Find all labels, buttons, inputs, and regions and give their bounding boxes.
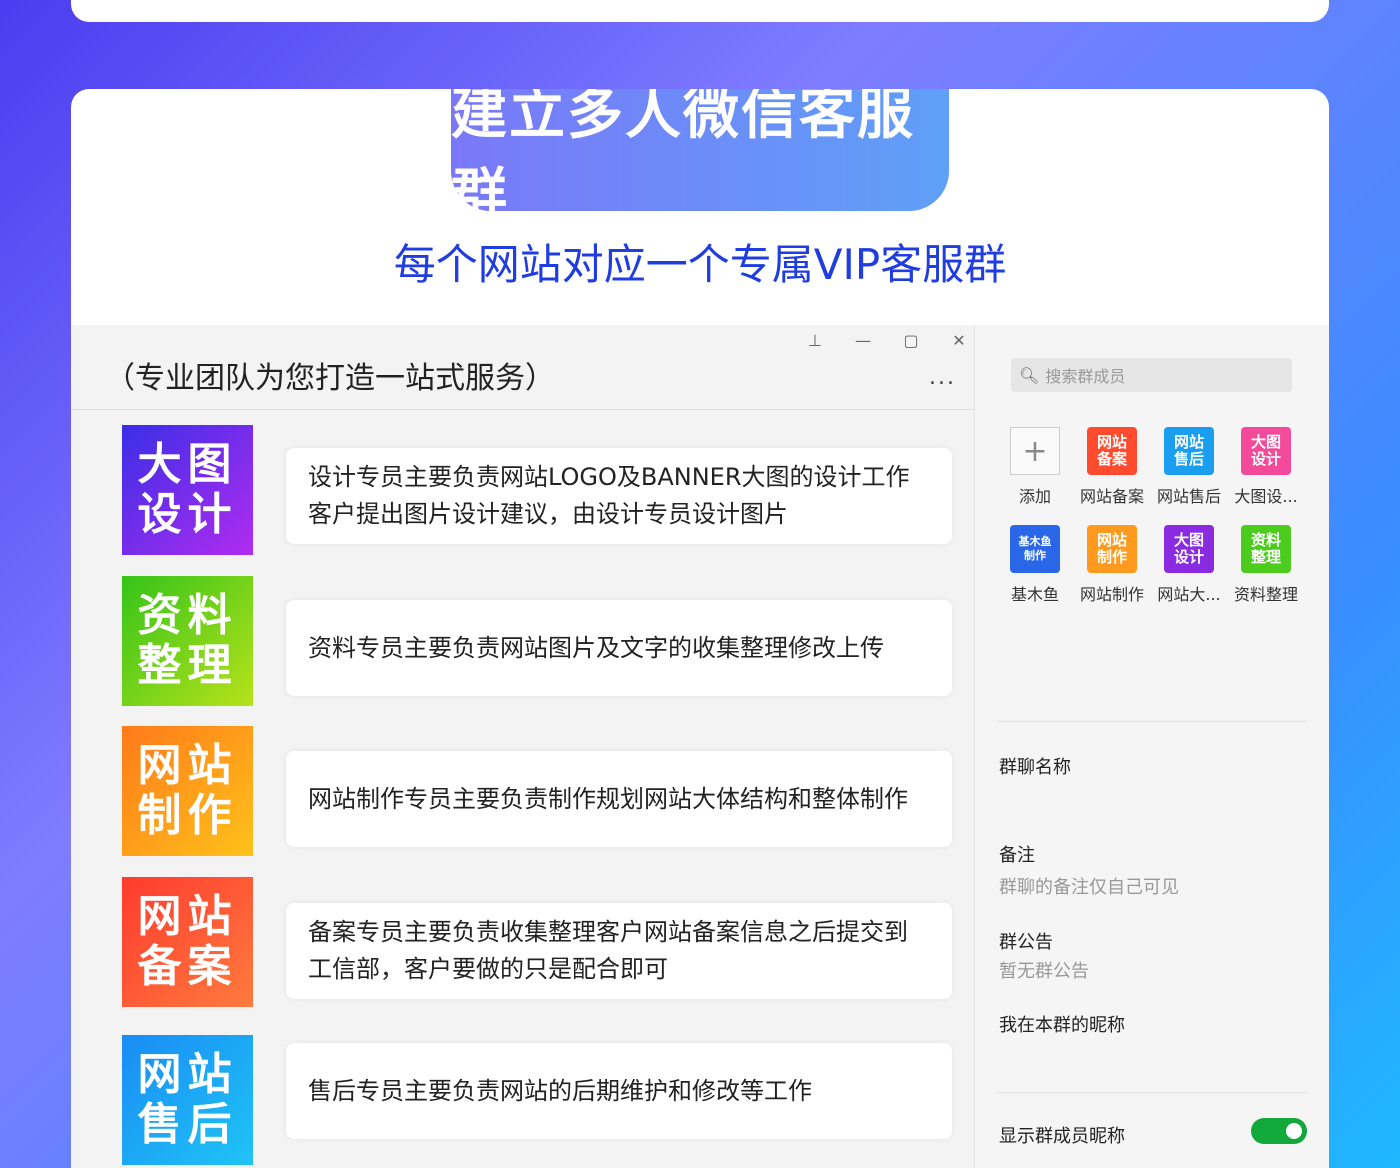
message-bubble[interactable]: 备案专员主要负责收集整理客户网站备案信息之后提交到 工信部，客户要做的只是配合即可 xyxy=(286,903,952,999)
title-banner: 建立多人微信客服群 xyxy=(451,89,949,228)
chat-title: （专业团队为您打造一站式服务） xyxy=(105,361,555,396)
top-card xyxy=(71,0,1329,22)
search-icon: 🔍︎ xyxy=(1019,365,1040,385)
add-member-button[interactable]: + 添加 xyxy=(996,427,1074,507)
member-item[interactable]: 网站 售后 网站售后 xyxy=(1150,427,1228,507)
message-text: 资料专员主要负责网站图片及文字的收集整理修改上传 xyxy=(308,630,884,667)
remark-value[interactable]: 群聊的备注仅自己可见 xyxy=(999,873,1179,899)
message-line: 备案专员主要负责收集整理客户网站备案信息之后提交到 xyxy=(308,918,908,946)
pin-icon[interactable]: ⊥ xyxy=(791,329,839,351)
role-badge-line: 网站 xyxy=(137,891,238,942)
avatar-text: 设计 xyxy=(1250,450,1281,468)
avatar-text: 网站 xyxy=(1096,531,1127,549)
avatar: 网站 备案 xyxy=(1087,427,1137,475)
member-name: 资料整理 xyxy=(1233,585,1298,604)
avatar-text: 大图 xyxy=(1250,433,1281,451)
member-item[interactable]: 资料 整理 资料整理 xyxy=(1227,525,1305,605)
role-badge-line: 网站 xyxy=(137,1049,238,1100)
search-placeholder: 搜索群成员 xyxy=(1045,367,1126,386)
message-bubble[interactable]: 网站制作专员主要负责制作规划网站大体结构和整体制作 xyxy=(286,751,952,847)
role-badge: 网站 备案 xyxy=(122,877,253,1007)
window-controls: ⊥ — ▢ ✕ xyxy=(791,329,983,351)
show-nickname-label: 显示群成员昵称 xyxy=(999,1126,1125,1147)
message-line: 资料专员主要负责网站图片及文字的收集整理修改上传 xyxy=(308,633,884,662)
notice-label: 群公告 xyxy=(999,932,1053,953)
main-card: 建立多人微信客服群 每个网站对应一个专属VIP客服群 （专业团队为您打造一站式服… xyxy=(71,89,1329,1168)
message-text: 设计专员主要负责网站LOGO及BANNER大图的设计工作 客户提出图片设计建议，由… xyxy=(308,459,910,533)
minimize-icon[interactable]: — xyxy=(839,329,887,351)
role-badge-line: 制作 xyxy=(137,790,238,841)
member-name: 网站制作 xyxy=(1079,585,1144,604)
remark-label: 备注 xyxy=(999,845,1035,866)
member-item[interactable]: 网站 备案 网站备案 xyxy=(1073,427,1151,507)
message-text: 备案专员主要负责收集整理客户网站备案信息之后提交到 工信部，客户要做的只是配合即可 xyxy=(308,914,908,988)
show-nickname-toggle[interactable] xyxy=(1251,1118,1307,1144)
member-name: 网站大... xyxy=(1157,585,1221,604)
avatar-text: 基木鱼 xyxy=(1018,535,1052,548)
role-badge-line: 资料 xyxy=(137,590,238,641)
nickname-label[interactable]: 我在本群的昵称 xyxy=(999,1011,1125,1037)
avatar-text: 制作 xyxy=(1024,549,1046,562)
plus-icon: + xyxy=(1010,427,1060,475)
role-badge: 资料 整理 xyxy=(122,576,253,706)
member-item[interactable]: 大图 设计大图设... xyxy=(1227,427,1305,507)
wechat-group-window: （专业团队为您打造一站式服务） ⊥ — ▢ ✕ ... 大图 设计 设计专员主要负责… xyxy=(71,325,1329,1168)
member-name: 大图设... xyxy=(1234,487,1298,506)
avatar-text: 网站 xyxy=(1096,433,1127,451)
message-bubble[interactable]: 售后专员主要负责网站的后期维护和修改等工作 xyxy=(286,1043,952,1139)
more-options-icon[interactable]: ... xyxy=(929,365,956,390)
avatar-text: 制作 xyxy=(1096,548,1127,566)
role-badge: 大图 设计 xyxy=(122,425,253,555)
role-badge: 网站 制作 xyxy=(122,726,253,856)
role-badge-line: 整理 xyxy=(137,640,238,691)
group-name-label[interactable]: 群聊名称 xyxy=(999,753,1071,779)
chat-panel: （专业团队为您打造一站式服务） ⊥ — ▢ ✕ ... 大图 设计 设计专员主要负责… xyxy=(71,325,974,1168)
divider xyxy=(997,721,1307,722)
member-name: 基木鱼 xyxy=(1010,585,1059,604)
avatar: 资料 整理 xyxy=(1241,525,1291,573)
page-subtitle: 每个网站对应一个专属VIP客服群 xyxy=(393,240,1007,289)
member-name: 网站售后 xyxy=(1156,487,1221,506)
avatar: 大图 设计 xyxy=(1164,525,1214,573)
group-info-panel: 🔍︎ 搜索群成员 + 添加 网站 备案 网站备案 网站 售后 网站售后 大图 设计 大图设... 基木… xyxy=(974,325,1329,1168)
avatar-text: 设计 xyxy=(1173,548,1204,566)
avatar-text: 网站 xyxy=(1173,433,1204,451)
message-line: 设计专员主要负责网站LOGO及BANNER大图的设计工作 xyxy=(308,463,910,491)
message-bubble[interactable]: 设计专员主要负责网站LOGO及BANNER大图的设计工作 客户提出图片设计建议，由… xyxy=(286,448,952,544)
role-badge-line: 大图 xyxy=(137,439,238,490)
maximize-icon[interactable]: ▢ xyxy=(887,329,935,351)
role-badge: 网站 售后 xyxy=(122,1035,253,1165)
avatar: 大图 设计 xyxy=(1241,427,1291,475)
message-line: 网站制作专员主要负责制作规划网站大体结构和整体制作 xyxy=(308,784,908,813)
message-text: 网站制作专员主要负责制作规划网站大体结构和整体制作 xyxy=(308,781,908,818)
member-name: 添加 xyxy=(1018,487,1051,506)
message-text: 售后专员主要负责网站的后期维护和修改等工作 xyxy=(308,1073,812,1110)
avatar: 网站 售后 xyxy=(1164,427,1214,475)
avatar-text: 整理 xyxy=(1250,548,1281,566)
notice-value[interactable]: 暂无群公告 xyxy=(999,957,1089,983)
role-badge-line: 设计 xyxy=(137,489,238,540)
member-item[interactable]: 网站 制作 网站制作 xyxy=(1073,525,1151,605)
avatar-text: 售后 xyxy=(1173,450,1204,468)
page-title: 建立多人微信客服群 xyxy=(451,89,915,228)
toggle-knob xyxy=(1286,1123,1302,1139)
member-item[interactable]: 基木鱼 制作 基木鱼 xyxy=(996,525,1074,605)
member-search-input[interactable]: 🔍︎ 搜索群成员 xyxy=(1011,358,1292,392)
avatar-text: 资料 xyxy=(1250,531,1281,549)
member-name: 网站备案 xyxy=(1079,487,1144,506)
avatar: 网站 制作 xyxy=(1087,525,1137,573)
message-line: 客户提出图片设计建议，由设计专员设计图片 xyxy=(308,500,788,528)
avatar-text: 备案 xyxy=(1096,450,1127,468)
avatar-text: 大图 xyxy=(1173,531,1204,549)
chat-header: （专业团队为您打造一站式服务） ⊥ — ▢ ✕ ... xyxy=(71,325,974,410)
role-badge-line: 网站 xyxy=(137,740,238,791)
message-line: 售后专员主要负责网站的后期维护和修改等工作 xyxy=(308,1076,812,1105)
role-badge-line: 售后 xyxy=(137,1099,238,1150)
divider xyxy=(997,1092,1307,1093)
role-badge-line: 备案 xyxy=(137,941,238,992)
member-item[interactable]: 大图 设计网站大... xyxy=(1150,525,1228,605)
avatar: 基木鱼 制作 xyxy=(1010,525,1060,573)
message-bubble[interactable]: 资料专员主要负责网站图片及文字的收集整理修改上传 xyxy=(286,600,952,696)
message-line: 工信部，客户要做的只是配合即可 xyxy=(308,955,668,983)
